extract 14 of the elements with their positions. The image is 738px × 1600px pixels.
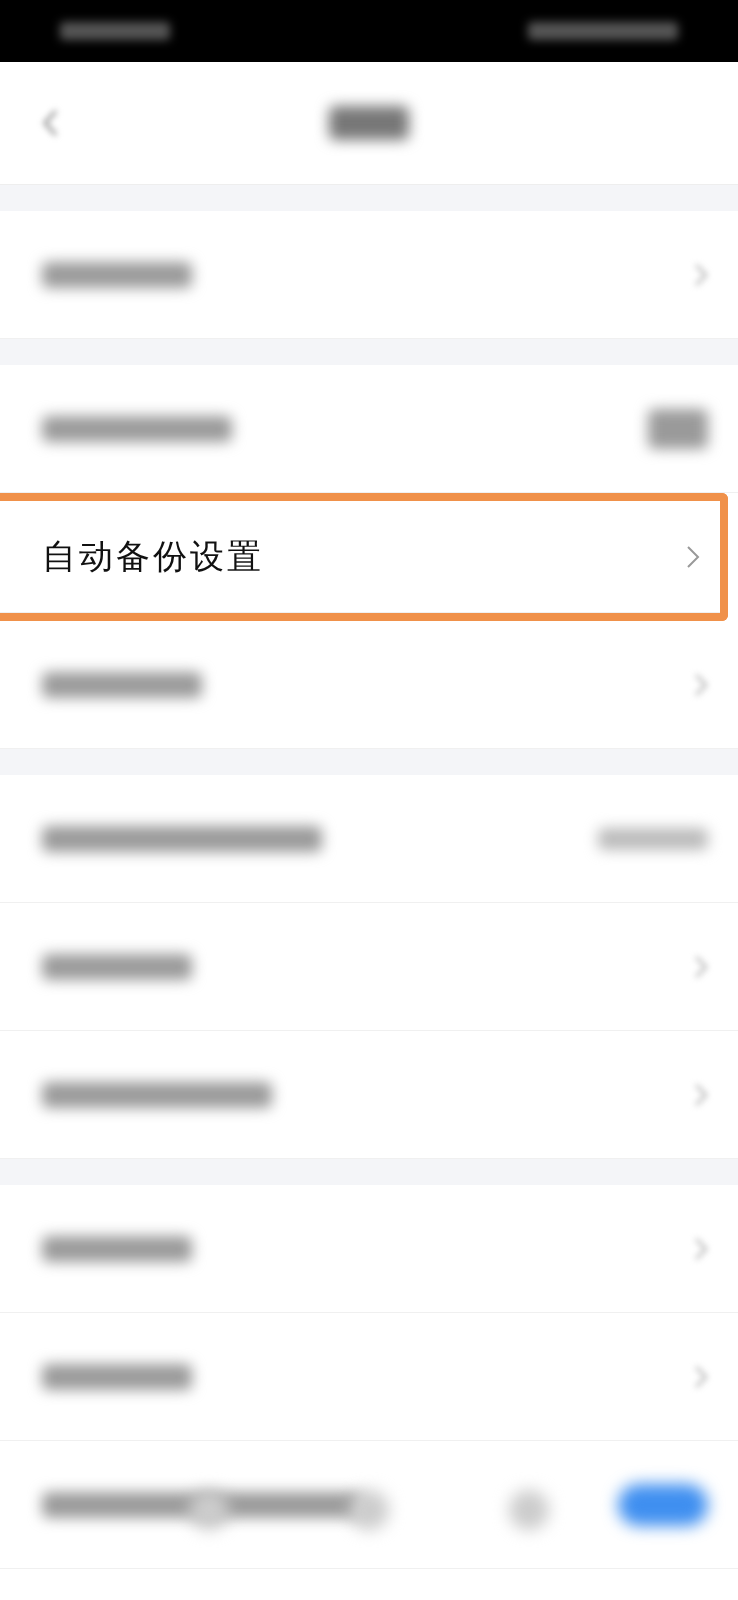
row-label: 自动备份设置 (42, 537, 264, 577)
chevron-icon (694, 1236, 708, 1261)
chevron-icon (686, 544, 700, 569)
blurred-icon (648, 408, 708, 449)
chevron-icon (694, 1082, 708, 1107)
blurred-nav-button[interactable] (509, 1490, 549, 1530)
back-icon[interactable] (42, 109, 58, 137)
settings-row[interactable]: 自动备份设置 (0, 501, 720, 613)
toggle-switch[interactable] (618, 1483, 708, 1526)
chevron-icon (694, 954, 708, 979)
chevron-icon (694, 672, 708, 697)
chevron-icon (694, 1364, 708, 1389)
chevron-icon (694, 262, 708, 287)
blurred-nav-button[interactable] (349, 1490, 389, 1530)
